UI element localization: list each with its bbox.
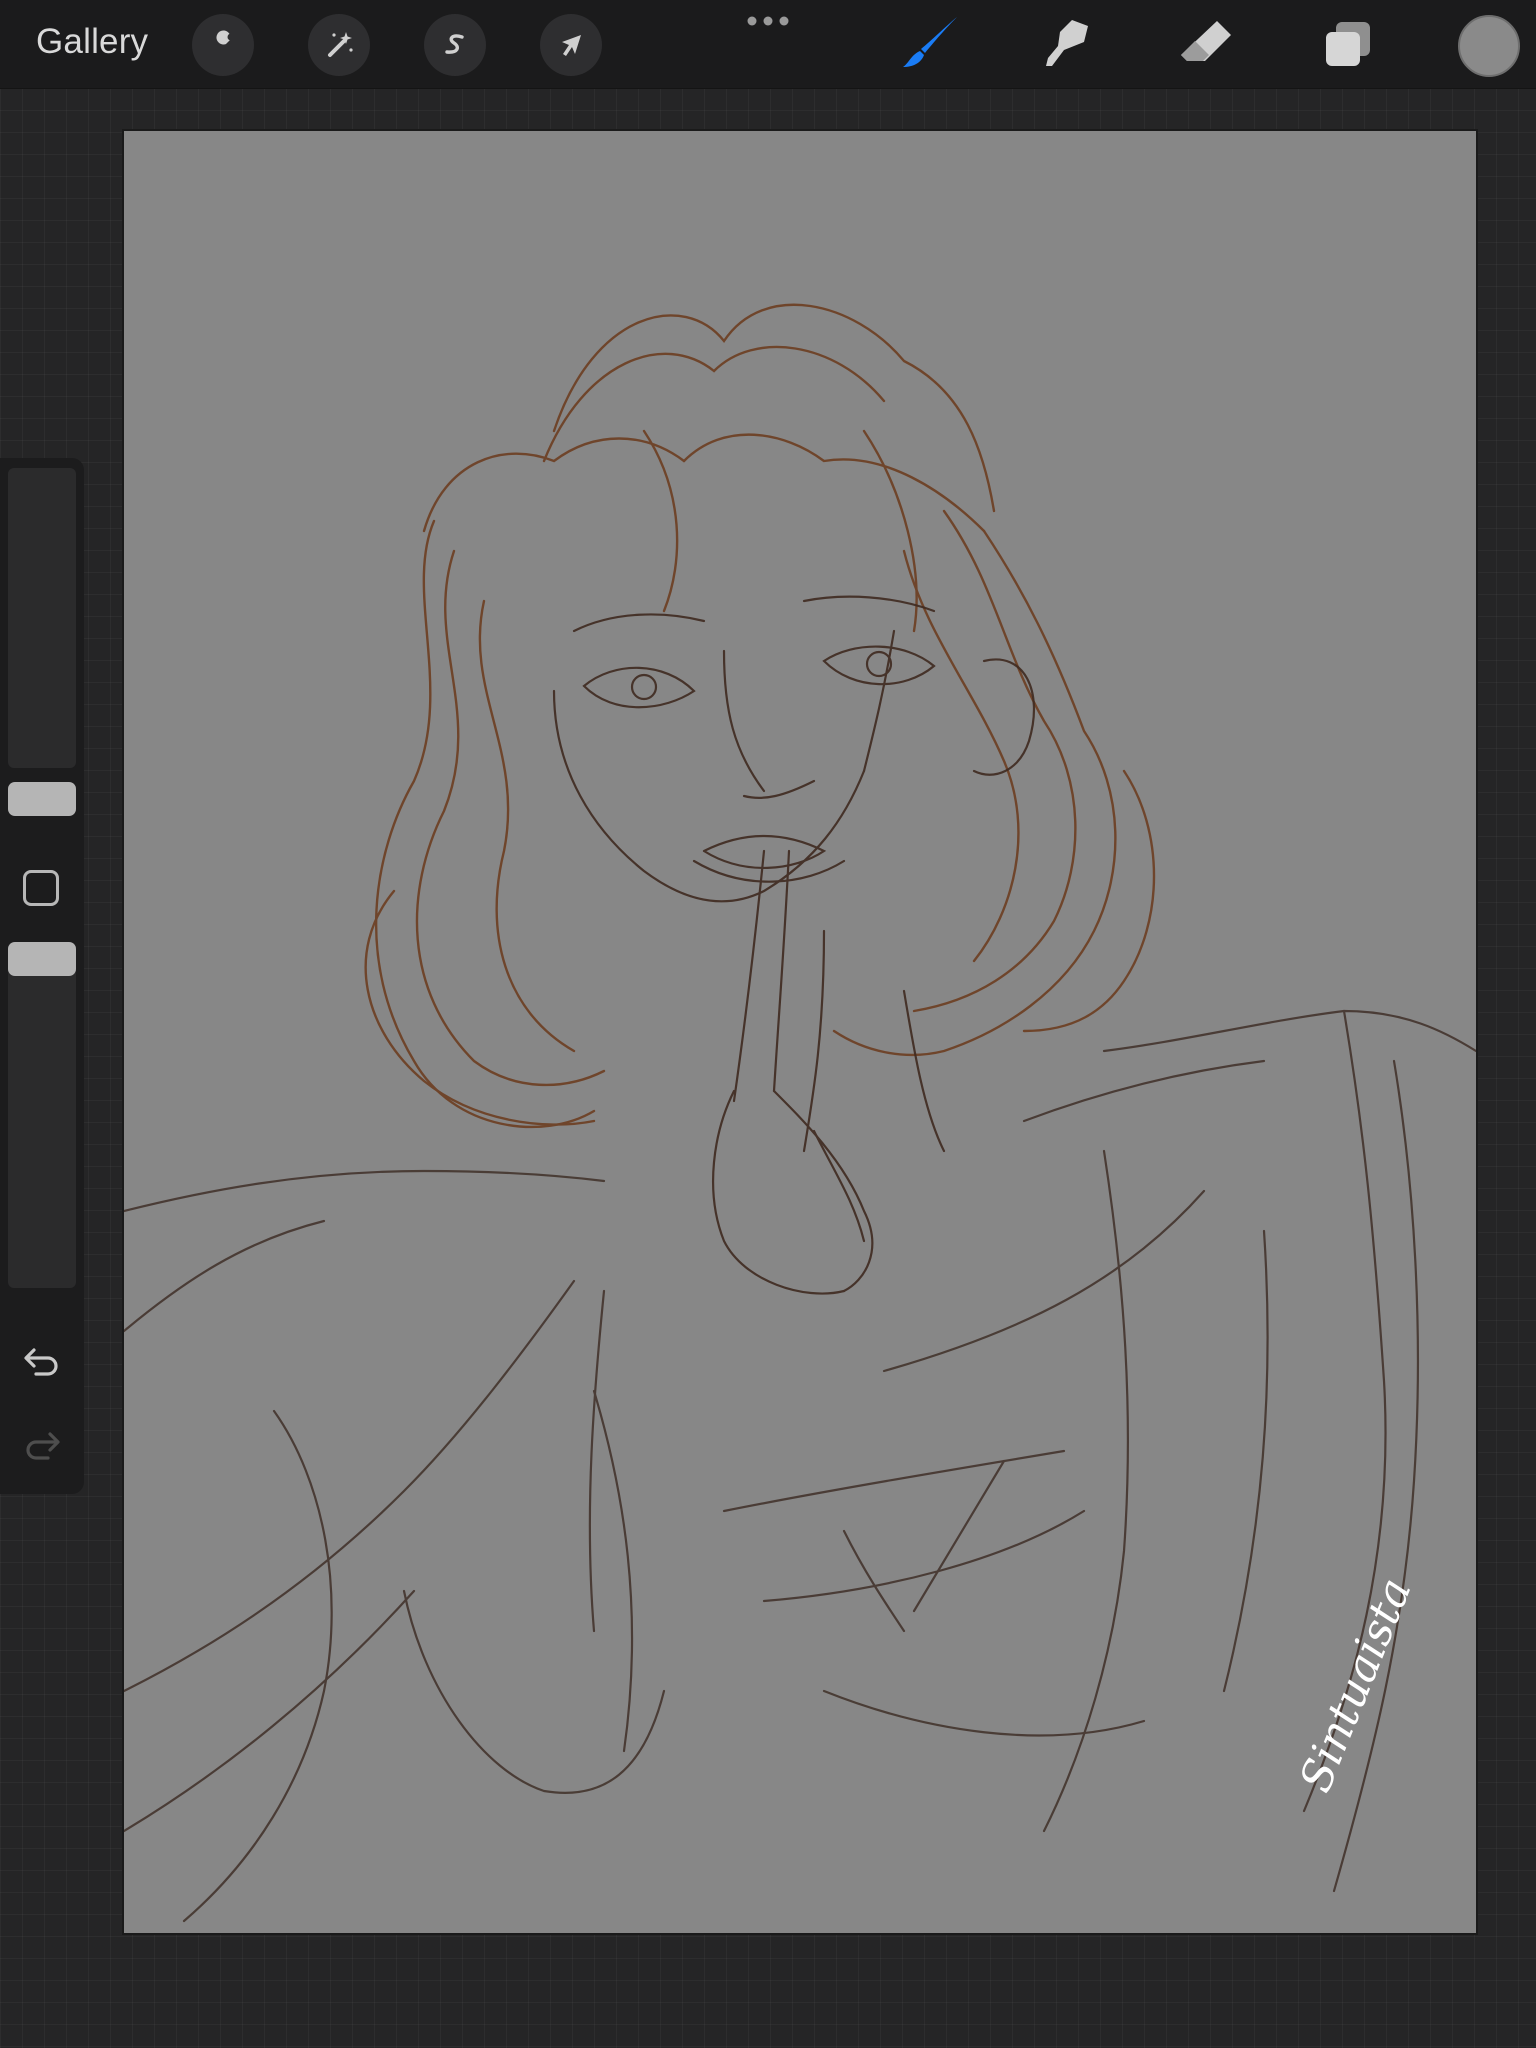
ellipsis-icon[interactable] [744,14,792,28]
undo-icon[interactable] [20,1338,64,1382]
opacity-slider[interactable] [8,942,76,1288]
modify-button[interactable] [23,870,59,906]
smudge-icon [1046,20,1088,66]
brush-tool-button[interactable] [898,12,962,76]
brush-icon [903,17,957,67]
transform-button[interactable] [540,14,602,76]
gallery-button[interactable]: Gallery [36,22,148,62]
selection-s-icon [445,34,464,54]
wrench-icon [214,30,235,56]
eraser-tool-button[interactable] [1174,12,1238,76]
actions-button[interactable] [192,14,254,76]
eraser-icon [1181,21,1231,61]
top-toolbar: Gallery [0,0,1536,89]
magic-wand-icon [328,32,353,57]
layers-icon [1326,22,1370,66]
smudge-tool-button[interactable] [1034,12,1098,76]
brush-size-thumb[interactable] [8,782,76,816]
adjustments-button[interactable] [308,14,370,76]
redo-icon[interactable] [20,1422,64,1466]
opacity-thumb[interactable] [8,942,76,976]
drawing-canvas[interactable] [124,131,1476,1933]
arrow-cursor-icon [562,35,581,56]
brush-size-slider[interactable] [8,468,76,816]
sidebar [0,458,84,1494]
sketch-artwork [124,131,1476,1923]
color-picker-button[interactable] [1458,15,1520,77]
selection-button[interactable] [424,14,486,76]
layers-button[interactable] [1316,12,1380,76]
